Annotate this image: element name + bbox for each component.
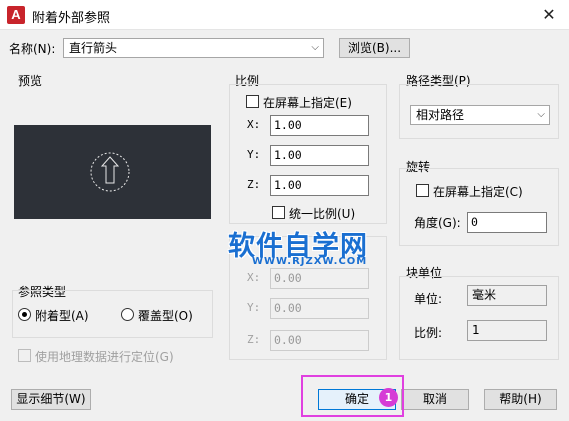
insert-y-label: Y: [247, 301, 261, 314]
insert-x-input: 0.00 [270, 268, 369, 289]
name-dropdown-value: 直行箭头 [69, 41, 118, 55]
autocad-app-icon: A [7, 6, 25, 24]
angle-label: 角度(G): [414, 216, 461, 230]
step-number-badge: 1 [379, 388, 398, 407]
insert-y-input: 0.00 [270, 298, 369, 319]
cancel-button[interactable]: 取消 [401, 389, 469, 410]
title-bar: A 附着外部参照 ✕ [0, 0, 569, 30]
path-type-dropdown[interactable]: 相对路径 ⌵ [410, 105, 550, 125]
scale-y-input[interactable]: 1.00 [270, 145, 369, 166]
factor-value: 1 [467, 320, 547, 341]
overlay-label: 覆盖型(O) [138, 309, 193, 323]
insert-x-label: X: [247, 271, 261, 284]
scale-z-label: Z: [247, 178, 261, 191]
geo-data-checkbox [18, 349, 31, 362]
help-button[interactable]: 帮助(H) [484, 389, 557, 410]
overlay-radio[interactable] [121, 308, 134, 321]
uniform-scale-checkbox[interactable] [272, 206, 285, 219]
unit-label: 单位: [414, 292, 443, 306]
scale-x-input[interactable]: 1.00 [270, 115, 369, 136]
factor-label: 比例: [414, 326, 443, 340]
scale-on-screen-label: 在屏幕上指定(E) [263, 96, 352, 110]
path-type-value: 相对路径 [416, 108, 465, 122]
preview-label: 预览 [18, 74, 43, 88]
chevron-down-icon: ⌵ [537, 109, 545, 120]
insert-z-label: Z: [247, 333, 261, 346]
preview-canvas [14, 125, 211, 219]
attach-label: 附着型(A) [35, 309, 89, 323]
name-dropdown[interactable]: 直行箭头 ⌵ [63, 38, 324, 58]
angle-input[interactable]: 0 [467, 212, 547, 233]
uniform-scale-label: 统一比例(U) [289, 207, 356, 221]
attach-radio[interactable] [18, 308, 31, 321]
scale-y-label: Y: [247, 148, 261, 161]
close-icon[interactable]: ✕ [539, 5, 559, 25]
scale-on-screen-checkbox[interactable] [246, 95, 259, 108]
rotation-group [399, 168, 559, 246]
unit-value: 毫米 [467, 285, 547, 306]
insert-z-input: 0.00 [270, 330, 369, 351]
window-title: 附着外部参照 [32, 11, 111, 26]
geo-data-label: 使用地理数据进行定位(G) [35, 350, 174, 364]
scale-z-input[interactable]: 1.00 [270, 175, 369, 196]
watermark-url: WWW.RJZXW.COM [252, 256, 368, 267]
scale-x-label: X: [247, 118, 261, 131]
arrow-preview-icon [90, 152, 130, 192]
rotation-on-screen-label: 在屏幕上指定(C) [433, 185, 523, 199]
rotation-on-screen-checkbox[interactable] [416, 184, 429, 197]
browse-button[interactable]: 浏览(B)... [339, 38, 410, 58]
chevron-down-icon: ⌵ [311, 42, 319, 53]
show-details-button[interactable]: 显示细节(W) [11, 389, 91, 410]
name-label: 名称(N): [9, 42, 56, 56]
